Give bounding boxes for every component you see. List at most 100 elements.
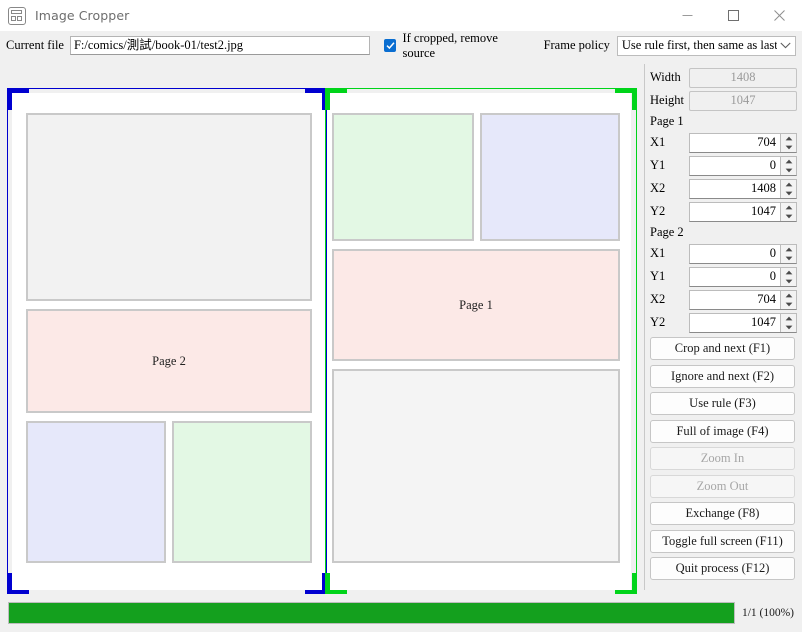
stepper-down-icon[interactable] bbox=[781, 254, 796, 263]
stepper-up-icon[interactable] bbox=[781, 268, 796, 277]
page-sheet: Page 2 Page 1 bbox=[12, 93, 631, 590]
selection-handle-bl[interactable] bbox=[7, 590, 29, 594]
panel-pink-mid-right: Page 1 bbox=[332, 249, 620, 361]
page2-y1-value[interactable]: 0 bbox=[690, 268, 780, 286]
panel-label: Page 1 bbox=[459, 297, 493, 312]
ignore-and-next-button[interactable]: Ignore and next (F2) bbox=[650, 364, 795, 388]
current-file-input[interactable]: F:/comics/測試/book-01/test2.jpg bbox=[69, 36, 370, 55]
stepper-up-icon[interactable] bbox=[781, 291, 796, 300]
page1-y2-label: Y2 bbox=[650, 204, 666, 218]
page1-y1-label: Y1 bbox=[650, 158, 666, 172]
page2-y2-stepper[interactable]: 1047 bbox=[689, 312, 797, 333]
remove-source-checkbox[interactable] bbox=[383, 39, 397, 52]
page1-x2-label: X2 bbox=[650, 181, 666, 195]
panel-green-bottom-left bbox=[172, 421, 312, 563]
selection-handle-br-v[interactable] bbox=[632, 573, 637, 594]
quit-process-button[interactable]: Quit process (F12) bbox=[650, 557, 795, 580]
stepper-down-icon[interactable] bbox=[781, 300, 796, 309]
page1-y1-row: Y1 0 bbox=[648, 154, 797, 177]
page1-x1-label: X1 bbox=[650, 135, 666, 149]
selection-edge-r bbox=[636, 88, 637, 594]
page1-y2-value[interactable]: 1047 bbox=[690, 203, 780, 221]
page2-x2-value[interactable]: 704 bbox=[690, 291, 780, 309]
page2-y2-row: Y2 1047 bbox=[648, 311, 797, 334]
page1-x1-row: X1 704 bbox=[648, 131, 797, 154]
page1-x1-value[interactable]: 704 bbox=[690, 134, 780, 152]
stepper-arrows bbox=[780, 290, 796, 309]
panel-blue-top-right bbox=[480, 113, 620, 241]
page2-x2-label: X2 bbox=[650, 292, 666, 306]
page2-x2-stepper[interactable]: 704 bbox=[689, 289, 797, 310]
image-cropper-icon bbox=[8, 6, 26, 25]
minimize-icon[interactable] bbox=[664, 0, 710, 31]
remove-source-label: If cropped, remove source bbox=[402, 30, 498, 60]
stepper-down-icon[interactable] bbox=[781, 277, 796, 286]
control-panel: Width 1408 Height 1047 Page 1 X1 704 Y1 0 X2… bbox=[645, 60, 802, 594]
height-value: 1047 bbox=[689, 90, 797, 111]
frame-policy-select[interactable]: Use rule first, then same as last crop ] bbox=[616, 35, 796, 56]
page1-x2-stepper[interactable]: 1408 bbox=[689, 178, 797, 199]
page1-group-label: Page 1 bbox=[650, 114, 684, 128]
panel-divider bbox=[644, 64, 645, 590]
page2-x1-label: X1 bbox=[650, 246, 666, 260]
stepper-down-icon[interactable] bbox=[781, 143, 796, 152]
stepper-arrows bbox=[780, 202, 796, 221]
page2-x2-row: X2 704 bbox=[648, 288, 797, 311]
height-label: Height bbox=[650, 93, 685, 107]
exchange-button[interactable]: Exchange (F8) bbox=[650, 502, 795, 525]
toggle-fullscreen-button[interactable]: Toggle full screen (F11) bbox=[650, 529, 795, 553]
close-icon[interactable] bbox=[756, 0, 802, 31]
selection-handle-br[interactable] bbox=[615, 590, 637, 594]
use-rule-button[interactable]: Use rule (F3) bbox=[650, 392, 795, 415]
stepper-up-icon[interactable] bbox=[781, 134, 796, 143]
selection-edge-t bbox=[325, 88, 637, 89]
page2-group-label: Page 2 bbox=[650, 225, 684, 239]
page1-y1-value[interactable]: 0 bbox=[690, 157, 780, 175]
stepper-arrows bbox=[780, 244, 796, 263]
stepper-down-icon[interactable] bbox=[781, 212, 796, 221]
stepper-down-icon[interactable] bbox=[781, 166, 796, 175]
selection-handle-tr-v[interactable] bbox=[632, 88, 637, 110]
maximize-icon[interactable] bbox=[710, 0, 756, 31]
page1-x2-row: X2 1408 bbox=[648, 177, 797, 200]
selection-edge-l bbox=[7, 88, 8, 594]
height-row: Height 1047 bbox=[648, 89, 797, 112]
full-of-image-button[interactable]: Full of image (F4) bbox=[650, 419, 795, 443]
image-viewer[interactable]: Page 2 Page 1 bbox=[0, 60, 645, 594]
stepper-up-icon[interactable] bbox=[781, 157, 796, 166]
stepper-down-icon[interactable] bbox=[781, 189, 796, 198]
stepper-arrows bbox=[780, 156, 796, 175]
zoom-out-button: Zoom Out bbox=[650, 474, 795, 498]
toolbar: Current file F:/comics/測試/book-01/test2.… bbox=[0, 31, 802, 60]
stepper-up-icon[interactable] bbox=[781, 314, 796, 323]
page2-x1-stepper[interactable]: 0 bbox=[689, 243, 797, 264]
page2-x1-row: X1 0 bbox=[648, 242, 797, 265]
selection-handle-br[interactable] bbox=[305, 590, 327, 594]
window-title: Image Cropper bbox=[35, 8, 130, 23]
page1-x1-stepper[interactable]: 704 bbox=[689, 132, 797, 153]
page1-y1-stepper[interactable]: 0 bbox=[689, 155, 797, 176]
panel-gray-top-left bbox=[26, 113, 312, 301]
page1-x2-value[interactable]: 1408 bbox=[690, 180, 780, 198]
progress-bar bbox=[8, 602, 735, 624]
panel-blue-bottom-left bbox=[26, 421, 166, 563]
page2-y2-value[interactable]: 1047 bbox=[690, 314, 780, 332]
page2-x1-value[interactable]: 0 bbox=[690, 245, 780, 263]
width-label: Width bbox=[650, 70, 681, 84]
page1-y2-row: Y2 1047 bbox=[648, 200, 797, 223]
stepper-up-icon[interactable] bbox=[781, 180, 796, 189]
remove-source-checkbox-wrap[interactable]: If cropped, remove source bbox=[383, 30, 528, 61]
stepper-down-icon[interactable] bbox=[781, 323, 796, 332]
stepper-up-icon[interactable] bbox=[781, 245, 796, 254]
page2-y1-row: Y1 0 bbox=[648, 265, 797, 288]
zoom-in-button: Zoom In bbox=[650, 447, 795, 470]
page1-y2-stepper[interactable]: 1047 bbox=[689, 201, 797, 222]
width-row: Width 1408 bbox=[648, 66, 797, 89]
frame-policy-value: Use rule first, then same as last crop ] bbox=[621, 38, 777, 52]
width-value: 1408 bbox=[689, 67, 797, 88]
selection-handle-bl[interactable] bbox=[325, 590, 347, 594]
stepper-up-icon[interactable] bbox=[781, 203, 796, 212]
page2-y1-stepper[interactable]: 0 bbox=[689, 266, 797, 287]
stepper-arrows bbox=[780, 179, 796, 198]
crop-and-next-button[interactable]: Crop and next (F1) bbox=[650, 337, 795, 360]
